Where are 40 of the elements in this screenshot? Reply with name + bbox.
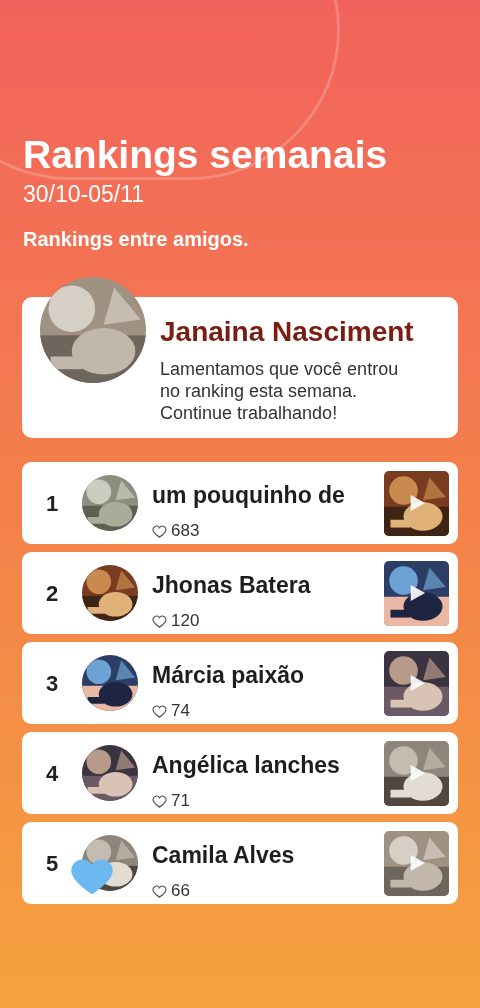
heart-icon (152, 883, 167, 899)
like-count: 66 (171, 881, 190, 901)
subtitle: Rankings entre amigos. (23, 227, 250, 252)
message-text: Lamentamos que você entrou no ranking esta semana. Continue trabalhando! (160, 358, 400, 424)
friend-name: Jhonas Batera (152, 571, 311, 599)
page-title: Rankings semanais (23, 132, 389, 178)
heart-icon (152, 523, 167, 539)
friend-name: Angélica lanches (152, 751, 340, 779)
rank-number: 4 (44, 759, 60, 788)
video-thumbnail[interactable] (384, 650, 449, 716)
like-count: 683 (171, 521, 200, 541)
ranking-row[interactable]: 1 um pouquinho de 683 (22, 462, 458, 544)
play-icon (408, 493, 426, 512)
like-count: 120 (171, 611, 200, 631)
heart-icon (152, 703, 167, 719)
date-range: 30/10-05/11 (23, 180, 146, 208)
rank-number: 2 (44, 579, 60, 608)
rank-number: 3 (44, 669, 60, 698)
play-icon (408, 583, 426, 602)
video-thumbnail[interactable] (384, 740, 449, 806)
friend-name: um pouquinho de (152, 481, 345, 509)
video-thumbnail[interactable] (384, 470, 449, 536)
rank-number: 5 (44, 849, 60, 878)
like-count: 74 (171, 701, 190, 721)
ranking-row[interactable]: 5 Camila Alves 66 (22, 822, 458, 904)
ranking-row[interactable]: 3 Márcia paixão 74 (22, 642, 458, 724)
heart-icon (152, 793, 167, 809)
heart-icon (152, 613, 167, 629)
ranking-row[interactable]: 2 Jhonas Batera 120 (22, 552, 458, 634)
play-icon (408, 763, 426, 782)
play-icon (408, 673, 426, 692)
like-count: 71 (171, 791, 190, 811)
rank-number: 1 (44, 489, 60, 518)
user-name: Janaina Nasciment (160, 315, 415, 349)
video-thumbnail[interactable] (384, 560, 449, 626)
play-icon (408, 853, 426, 872)
friend-name: Márcia paixão (152, 661, 305, 689)
ranking-row[interactable]: 4 Angélica lanches 71 (22, 732, 458, 814)
friend-name: Camila Alves (152, 841, 295, 869)
video-thumbnail[interactable] (384, 830, 449, 896)
